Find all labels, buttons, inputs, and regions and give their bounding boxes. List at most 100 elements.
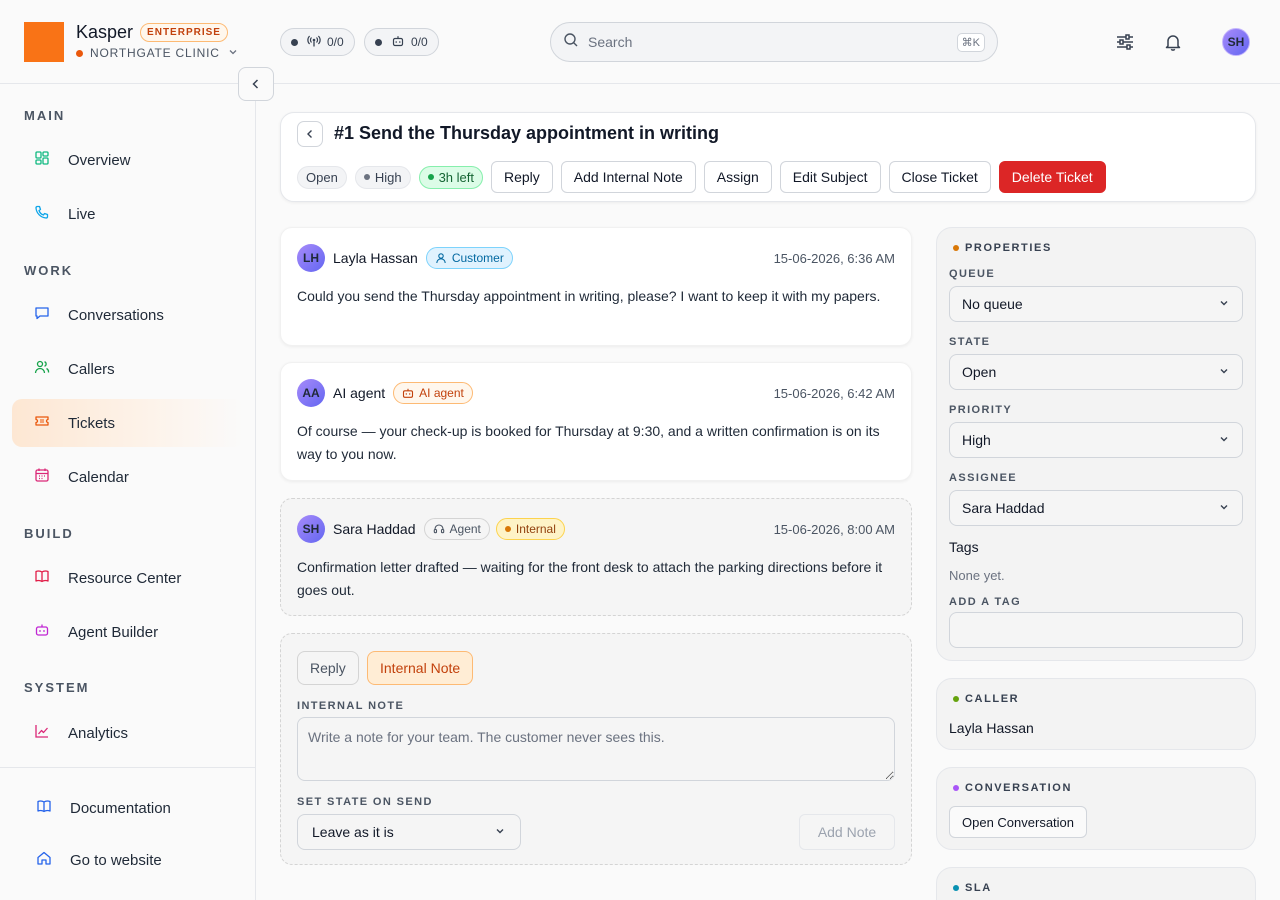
state-field-label: SET STATE ON SEND: [297, 796, 433, 808]
footer-item-label: Go to website: [70, 851, 162, 869]
priority-badge: High: [354, 165, 411, 189]
tags-heading: Tags: [949, 539, 979, 555]
org-status-dot: [76, 49, 83, 57]
role-label: AI agent: [419, 386, 464, 400]
antenna-icon: [307, 34, 327, 51]
sidebar-item-conversations[interactable]: Conversations: [12, 291, 244, 339]
delete-ticket-button[interactable]: Delete Ticket: [998, 161, 1106, 193]
sidebar-item-label: Resource Center: [68, 569, 182, 587]
collapse-sidebar-button[interactable]: [238, 67, 274, 101]
role-badge: Customer: [425, 247, 513, 269]
search-bar[interactable]: Search ⌘K: [550, 22, 998, 62]
phone-icon: [34, 204, 50, 224]
chevron-down-icon: [228, 46, 238, 60]
status-dot: [291, 38, 298, 46]
internal-label: Internal: [515, 522, 556, 536]
state-value: Open: [962, 364, 997, 380]
priority-value: High: [962, 432, 991, 448]
sla-text: 3h left: [438, 169, 474, 185]
sidebar-item-overview[interactable]: Overview: [12, 136, 244, 184]
assign-button[interactable]: Assign: [703, 161, 772, 193]
brand: Kasper ENTERPRISE NORTHGATE CLINIC: [24, 22, 238, 62]
chevron-down-icon: [1218, 296, 1230, 312]
add-tag-input[interactable]: [949, 612, 1243, 648]
caller-title: CALLER: [965, 693, 1020, 705]
message-body: Of course — your check-up is booked for …: [297, 423, 880, 462]
ticket-title: #1 Send the Thursday appointment in writ…: [334, 123, 720, 143]
sidebar-item-callers[interactable]: Callers: [12, 345, 244, 393]
avatar: AA: [297, 379, 325, 407]
section-title-system: SYSTEM: [24, 680, 90, 695]
sidebar-item-documentation[interactable]: Documentation: [36, 798, 171, 818]
priority-select[interactable]: High: [949, 422, 1243, 458]
search-input[interactable]: Search: [588, 34, 957, 50]
sla-title: SLA: [965, 882, 992, 894]
state-on-send-select[interactable]: Leave as it is: [297, 814, 521, 850]
message-timestamp: 15-06-2026, 8:00 AM: [773, 521, 895, 537]
top-bar: Kasper ENTERPRISE NORTHGATE CLINIC 0/0 0…: [0, 0, 1280, 84]
role-badge: Agent: [423, 518, 490, 540]
avatar: LH: [297, 244, 325, 272]
internal-note-input[interactable]: [297, 717, 895, 781]
composer: Reply Internal Note INTERNAL NOTE SET ST…: [280, 633, 912, 865]
reply-button[interactable]: Reply: [490, 161, 553, 193]
calendar-icon: [34, 467, 50, 487]
add-note-button[interactable]: Add Note: [799, 814, 895, 850]
bell-icon[interactable]: [1161, 30, 1185, 54]
edit-subject-button[interactable]: Edit Subject: [779, 161, 881, 193]
caller-panel: CALLER Layla Hassan: [936, 678, 1256, 750]
tab-reply[interactable]: Reply: [297, 651, 359, 685]
message-author: Layla Hassan: [333, 250, 418, 266]
assignee-label: ASSIGNEE: [949, 472, 1018, 484]
section-title-main: MAIN: [24, 108, 66, 123]
message-timestamp: 15-06-2026, 6:42 AM: [773, 385, 895, 401]
panel-title: CALLER: [953, 693, 1019, 705]
calls-count: 0/0: [327, 35, 344, 49]
sla-dot: [427, 174, 434, 180]
org-switcher[interactable]: NORTHGATE CLINIC: [76, 46, 238, 60]
priority-dot: [363, 174, 370, 180]
caller-name: Layla Hassan: [949, 720, 1034, 736]
title-dot: [953, 245, 959, 251]
note-field-label: INTERNAL NOTE: [297, 700, 405, 712]
title-dot: [953, 696, 959, 702]
add-internal-note-button[interactable]: Add Internal Note: [560, 161, 696, 193]
sliders-icon[interactable]: [1113, 30, 1137, 54]
state-on-send-value: Leave as it is: [312, 824, 394, 840]
add-tag-label: ADD A TAG: [949, 596, 1022, 608]
tab-internal-note[interactable]: Internal Note: [367, 651, 474, 685]
assignee-select[interactable]: Sara Haddad: [949, 490, 1243, 526]
sidebar-item-live[interactable]: Live: [12, 190, 244, 238]
queue-select[interactable]: No queue: [949, 286, 1243, 322]
ticket-icon: [34, 413, 50, 433]
sidebar-item-agent-builder[interactable]: Agent Builder: [12, 608, 244, 656]
message-author: AI agent: [333, 385, 386, 401]
user-avatar[interactable]: SH: [1222, 28, 1250, 56]
book-open-icon: [36, 798, 52, 818]
open-conversation-button[interactable]: Open Conversation: [949, 806, 1088, 838]
ticket-header: #1 Send the Thursday appointment in writ…: [280, 112, 1256, 202]
message-body: Could you send the Thursday appointment …: [297, 288, 881, 304]
calls-counter[interactable]: 0/0: [280, 28, 355, 56]
conversation-title: CONVERSATION: [965, 782, 1073, 794]
back-button[interactable]: [297, 121, 323, 147]
role-label: Customer: [451, 251, 504, 265]
sidebar-item-analytics[interactable]: Analytics: [12, 709, 244, 757]
sidebar-item-calendar[interactable]: Calendar: [12, 453, 244, 501]
headset-icon: [433, 524, 444, 534]
close-ticket-button[interactable]: Close Ticket: [888, 161, 991, 193]
agents-counter[interactable]: 0/0: [364, 28, 439, 56]
sidebar-item-tickets[interactable]: Tickets: [12, 399, 244, 447]
sidebar-item-resource-center[interactable]: Resource Center: [12, 554, 244, 602]
conversation-panel: CONVERSATION Open Conversation: [936, 767, 1256, 850]
status-badge: Open: [297, 165, 347, 189]
priority-label: PRIORITY: [949, 404, 1013, 416]
chevron-down-icon: [1218, 364, 1230, 380]
title-dot: [953, 885, 959, 891]
sla-badge: 3h left: [418, 165, 483, 189]
role-label: Agent: [449, 522, 481, 536]
plan-badge: ENTERPRISE: [140, 23, 228, 42]
sidebar-item-label: Live: [68, 205, 96, 223]
state-select[interactable]: Open: [949, 354, 1243, 390]
sidebar-item-go-to-website[interactable]: Go to website: [36, 850, 162, 870]
